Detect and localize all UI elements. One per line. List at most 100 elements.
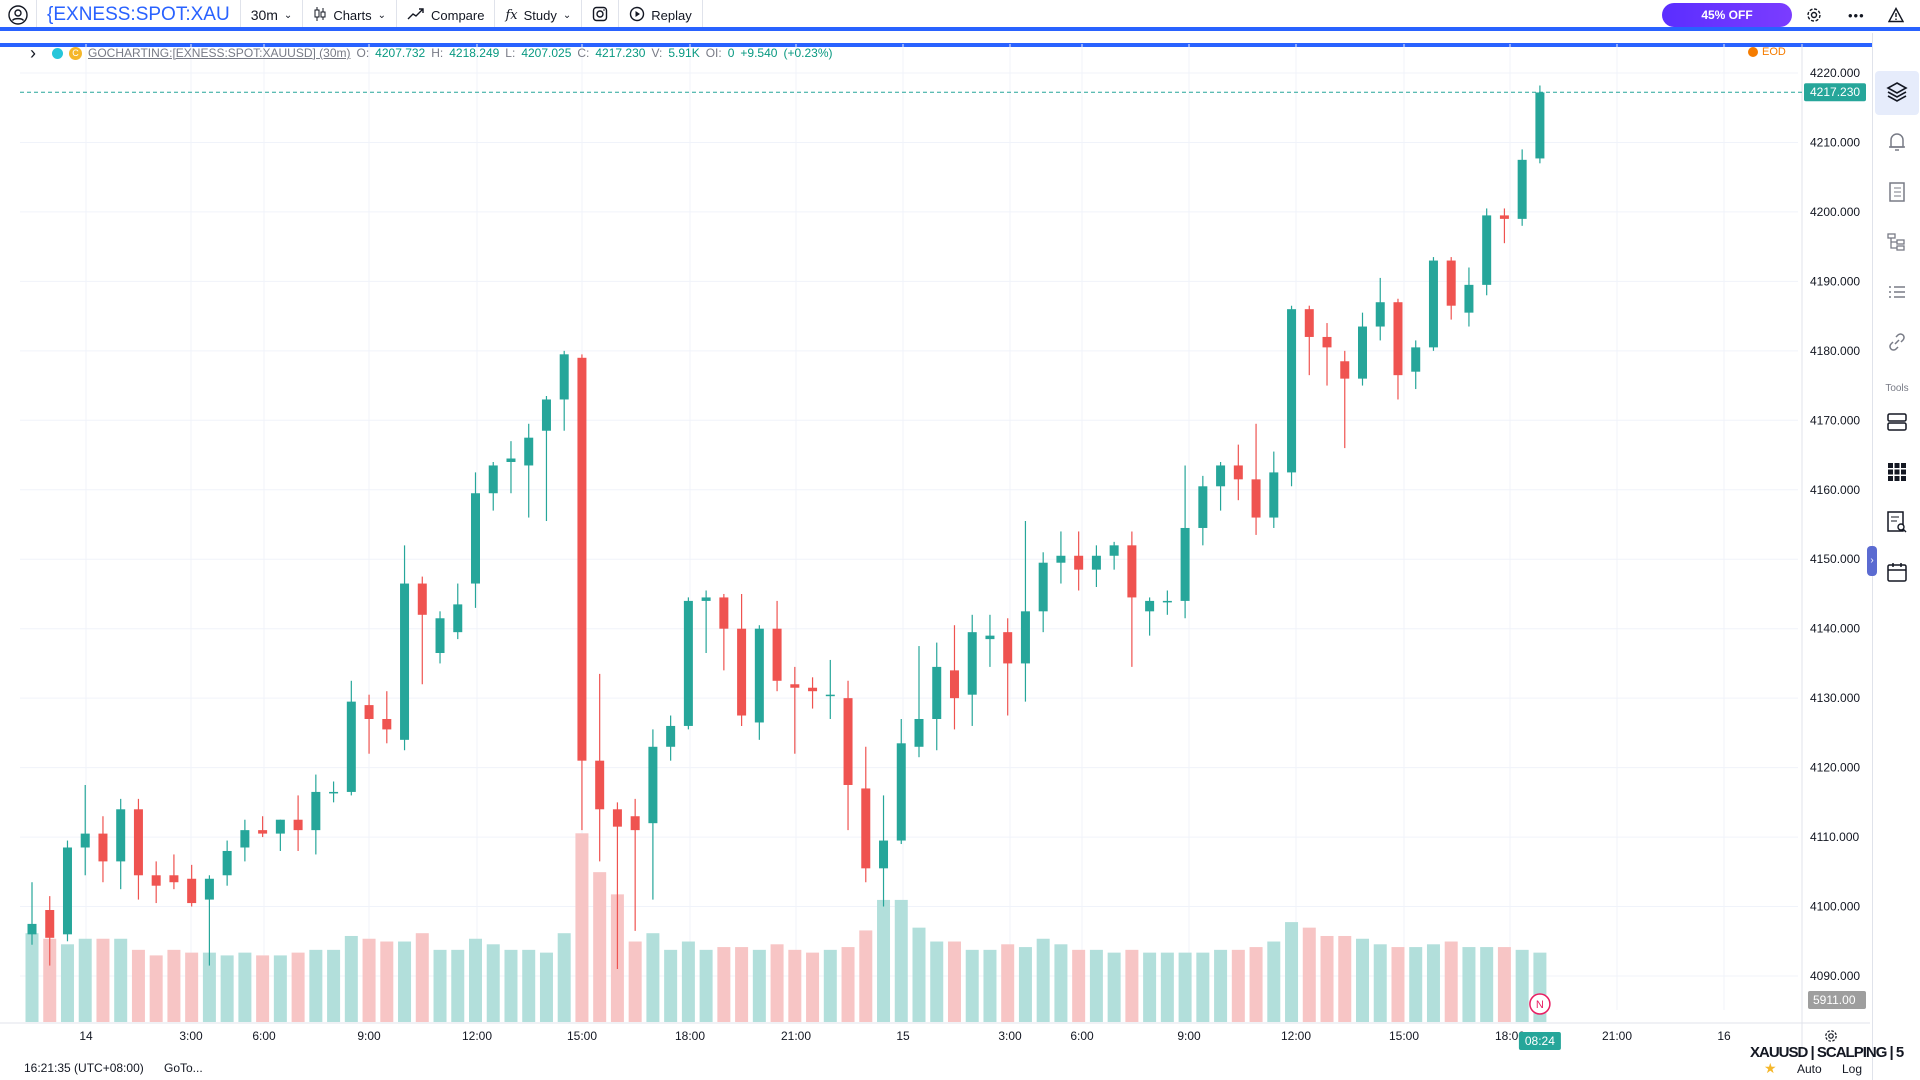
price-tick-label: 4220.000 [1810,66,1860,80]
volume-bar [1231,949,1245,1022]
tools-label: Tools [1885,383,1909,394]
study-label: Study [523,7,557,23]
candle-body [1162,600,1172,603]
price-chart[interactable]: 4220.000 4210.000 4200.000 4190.000 4180.000… [0,44,1870,1056]
volume-bar [415,933,429,1022]
candle-body [1304,309,1314,337]
volume-bar [1107,952,1121,1022]
clock[interactable]: 16:21:35 (UTC+08:00) [24,1061,144,1075]
expand-legend-icon[interactable]: › [30,43,46,64]
volume-bar [1373,944,1387,1022]
candle-body [311,791,321,831]
candle-body [1091,555,1101,570]
volume-bar [522,949,536,1022]
candle-body [258,830,268,834]
candle-body [1340,361,1350,379]
candle-body [949,670,959,699]
collapse-tab-icon[interactable]: › [1867,546,1877,576]
compare-button[interactable]: Compare [397,0,494,30]
more-icon[interactable]: ••• [1848,8,1865,23]
goto-button[interactable]: GoTo... [164,1061,203,1075]
volume-bar [717,947,731,1022]
volume-bar [114,938,128,1022]
price-tick-label: 4150.000 [1810,552,1860,566]
volume-bar [539,952,553,1022]
candle-body [595,760,605,810]
compare-icon [407,7,425,24]
last-volume-label: 5911.00 [1813,993,1856,1007]
candle-body [932,666,942,719]
candle-body [293,819,303,831]
report-search-icon[interactable] [1885,510,1909,534]
time-tick-label: 15:00 [1389,1029,1419,1043]
candle-body [116,809,126,862]
grid-apps-icon[interactable] [1885,460,1909,484]
volume-bar [78,938,92,1022]
candle-body [382,718,392,730]
volume-bar [1196,952,1210,1022]
replay-button[interactable]: Replay [619,0,701,30]
legend-volume: 5.91K [668,46,700,60]
snapshot-button[interactable] [582,0,618,30]
replay-label: Replay [651,7,692,23]
price-tick-label: 4160.000 [1810,483,1860,497]
volume-bar [1054,944,1068,1022]
volume-bar [1480,947,1494,1022]
volume-bar [96,938,110,1022]
notebook-icon[interactable] [1885,180,1909,204]
volume-bar [646,933,660,1022]
volume-bar [912,927,926,1022]
eod-dot [1748,47,1758,57]
auto-scale-button[interactable]: Auto [1797,1062,1822,1076]
legend-o-label: O: [356,46,370,60]
volume-bar [185,952,199,1022]
candle-body [400,583,410,740]
alert-triangle-icon[interactable] [1887,7,1905,23]
candle-body [62,847,72,935]
objects-tree-icon[interactable] [1885,230,1909,254]
volume-bar [983,949,997,1022]
link-icon[interactable] [1885,330,1909,354]
candle-body [701,597,711,601]
charts-dropdown[interactable]: Charts ⌄ [303,0,396,30]
legend-oi-label: OI: [705,46,722,60]
time-tick-label: 3:00 [998,1029,1022,1043]
legend-change: +9.540 [740,46,778,60]
volume-bar [131,949,145,1022]
volume-bar [1356,938,1369,1022]
volume-bar [1320,935,1334,1022]
volume-bar [433,949,447,1022]
list-icon[interactable] [1885,280,1909,304]
price-tick-label: 4120.000 [1810,761,1860,775]
calendar-icon[interactable] [1885,560,1909,584]
candle-body [80,833,90,848]
candle-body [453,604,463,633]
legend-source[interactable]: GOCHARTING:[EXNESS:SPOT:XAUUSD] (30m) [88,46,351,60]
time-tick-label: 14 [79,1029,93,1043]
study-dropdown[interactable]: fx Study ⌄ [495,0,581,30]
symbol-search-button[interactable]: {EXNESS:SPOT:XAU [37,0,240,30]
log-scale-button[interactable]: Log [1842,1062,1862,1076]
account-icon[interactable] [0,0,36,30]
candle-body [275,819,285,834]
candle-body [825,694,835,697]
interval-dropdown[interactable]: 30m ⌄ [241,0,303,30]
settings-icon[interactable] [1806,7,1822,23]
legend-l-label: L: [505,46,516,60]
candle-body [1074,555,1084,570]
candle-body [506,458,516,462]
volume-bar [841,947,855,1022]
bell-icon[interactable] [1885,130,1909,154]
candle-body [471,493,480,584]
candle-body [1464,284,1474,313]
volume-bar [344,935,358,1022]
layers-icon[interactable] [1885,80,1909,104]
axis-settings-icon[interactable] [1824,1029,1838,1043]
volume-bar [380,941,394,1022]
star-icon[interactable]: ★ [1764,1060,1777,1077]
price-tick-label: 4100.000 [1810,900,1860,914]
promo-button[interactable]: 45% OFF [1662,3,1792,27]
candle-body [45,910,55,938]
price-tick-label: 4200.000 [1810,205,1860,219]
panel-layout-icon[interactable] [1885,410,1909,434]
